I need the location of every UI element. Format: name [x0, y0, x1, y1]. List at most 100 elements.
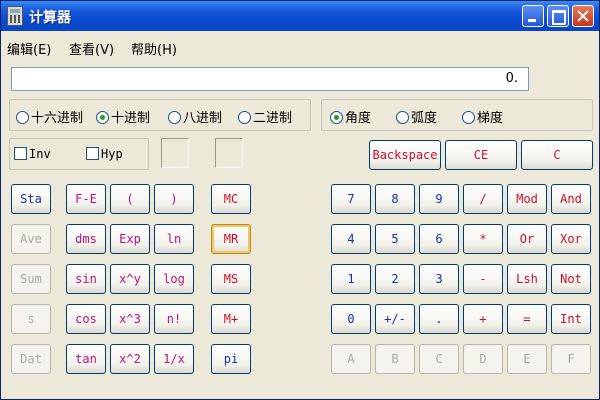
- subtract-button[interactable]: -: [463, 264, 503, 294]
- close-paren-button[interactable]: ): [154, 184, 194, 214]
- digit-2-button[interactable]: 2: [375, 264, 415, 294]
- digit-9-button[interactable]: 9: [419, 184, 459, 214]
- mc-button[interactable]: MC: [211, 184, 251, 214]
- checkbox-hyp-label: Hyp: [101, 147, 123, 161]
- minimize-button[interactable]: [522, 5, 544, 27]
- memory-indicator: [215, 138, 243, 168]
- radio-grads-label: 梯度: [477, 111, 504, 126]
- radio-grads[interactable]: 梯度: [462, 107, 503, 126]
- digit-3-button[interactable]: 3: [419, 264, 459, 294]
- menu-bar: 编辑(E) 查看(V) 帮助(H): [1, 35, 599, 58]
- digit-4-button[interactable]: 4: [331, 224, 371, 254]
- square-button[interactable]: x^2: [110, 344, 150, 374]
- or-button[interactable]: Or: [507, 224, 547, 254]
- ln-button[interactable]: ln: [154, 224, 194, 254]
- checkbox-inv-label: Inv: [29, 147, 51, 161]
- clear-entry-button[interactable]: CE: [445, 140, 517, 170]
- pi-button[interactable]: pi: [211, 344, 251, 374]
- open-paren-button[interactable]: (: [110, 184, 150, 214]
- radio-bin-label: 二进制: [253, 111, 293, 126]
- radio-dec-dot[interactable]: [96, 111, 109, 124]
- factorial-button[interactable]: n!: [154, 304, 194, 334]
- parenthesis-indicator: [161, 138, 189, 168]
- radio-degrees-dot[interactable]: [330, 111, 343, 124]
- radio-radians-dot[interactable]: [396, 111, 409, 124]
- checkbox-inv[interactable]: Inv: [14, 147, 51, 161]
- modifier-group: Inv Hyp: [9, 138, 149, 170]
- angle-unit-group: 角度 弧度 梯度: [321, 99, 593, 131]
- radio-oct-dot[interactable]: [168, 111, 181, 124]
- digit-6-button[interactable]: 6: [419, 224, 459, 254]
- sum-button: Sum: [11, 264, 51, 294]
- lsh-button[interactable]: Lsh: [507, 264, 547, 294]
- tan-button[interactable]: tan: [66, 344, 106, 374]
- calculator-icon: [7, 6, 23, 26]
- fe-button[interactable]: F-E: [66, 184, 106, 214]
- digit-0-button[interactable]: 0: [331, 304, 371, 334]
- maximize-button[interactable]: [547, 5, 569, 27]
- reciprocal-button[interactable]: 1/x: [154, 344, 194, 374]
- cube-button[interactable]: x^3: [110, 304, 150, 334]
- digit-7-button[interactable]: 7: [331, 184, 371, 214]
- radio-oct-label: 八进制: [183, 111, 223, 126]
- title-bar[interactable]: 计算器: [1, 1, 599, 31]
- dms-button[interactable]: dms: [66, 224, 106, 254]
- hex-c-button: C: [419, 344, 459, 374]
- radio-hex-label: 十六进制: [31, 111, 84, 126]
- close-button[interactable]: [572, 5, 594, 27]
- hex-d-button: D: [463, 344, 503, 374]
- radio-degrees-label: 角度: [345, 111, 372, 126]
- radio-hex[interactable]: 十六进制: [16, 107, 83, 126]
- checkbox-hyp[interactable]: Hyp: [86, 147, 123, 161]
- result-display: 0.: [11, 67, 529, 91]
- mod-button[interactable]: Mod: [507, 184, 547, 214]
- number-base-group: 十六进制 十进制 八进制 二进制: [9, 99, 311, 131]
- checkbox-inv-box[interactable]: [14, 147, 27, 160]
- hex-f-button: F: [551, 344, 591, 374]
- sin-button[interactable]: sin: [66, 264, 106, 294]
- menu-view[interactable]: 查看(V): [69, 39, 114, 58]
- ms-button[interactable]: MS: [211, 264, 251, 294]
- divide-button[interactable]: /: [463, 184, 503, 214]
- checkbox-hyp-box[interactable]: [86, 147, 99, 160]
- decimal-button[interactable]: .: [419, 304, 459, 334]
- add-button[interactable]: +: [463, 304, 503, 334]
- dat-button: Dat: [11, 344, 51, 374]
- int-button[interactable]: Int: [551, 304, 591, 334]
- equals-button[interactable]: =: [507, 304, 547, 334]
- radio-dec-label: 十进制: [111, 111, 151, 126]
- log-button[interactable]: log: [154, 264, 194, 294]
- calculator-window: 计算器 编辑(E) 查看(V) 帮助(H) 0. 十六进制 十进制 八进制 二进…: [0, 0, 600, 400]
- hex-b-button: B: [375, 344, 415, 374]
- s-button: s: [11, 304, 51, 334]
- clear-button[interactable]: C: [521, 140, 593, 170]
- exp-button[interactable]: Exp: [110, 224, 150, 254]
- radio-grads-dot[interactable]: [462, 111, 475, 124]
- menu-help[interactable]: 帮助(H): [131, 39, 177, 58]
- m-plus-button[interactable]: M+: [211, 304, 251, 334]
- not-button[interactable]: Not: [551, 264, 591, 294]
- digit-1-button[interactable]: 1: [331, 264, 371, 294]
- xor-button[interactable]: Xor: [551, 224, 591, 254]
- sta-button[interactable]: Sta: [11, 184, 51, 214]
- hex-e-button: E: [507, 344, 547, 374]
- cos-button[interactable]: cos: [66, 304, 106, 334]
- negate-button[interactable]: +/-: [375, 304, 415, 334]
- digit-5-button[interactable]: 5: [375, 224, 415, 254]
- radio-dec[interactable]: 十进制: [96, 107, 150, 126]
- multiply-button[interactable]: *: [463, 224, 503, 254]
- digit-8-button[interactable]: 8: [375, 184, 415, 214]
- mr-button[interactable]: MR: [211, 224, 251, 254]
- radio-bin[interactable]: 二进制: [238, 107, 292, 126]
- backspace-button[interactable]: Backspace: [369, 140, 441, 170]
- radio-radians-label: 弧度: [411, 111, 438, 126]
- radio-radians[interactable]: 弧度: [396, 107, 437, 126]
- radio-bin-dot[interactable]: [238, 111, 251, 124]
- menu-edit[interactable]: 编辑(E): [7, 39, 51, 58]
- ave-button: Ave: [11, 224, 51, 254]
- radio-degrees[interactable]: 角度: [330, 107, 371, 126]
- radio-hex-dot[interactable]: [16, 111, 29, 124]
- power-button[interactable]: x^y: [110, 264, 150, 294]
- radio-oct[interactable]: 八进制: [168, 107, 222, 126]
- and-button[interactable]: And: [551, 184, 591, 214]
